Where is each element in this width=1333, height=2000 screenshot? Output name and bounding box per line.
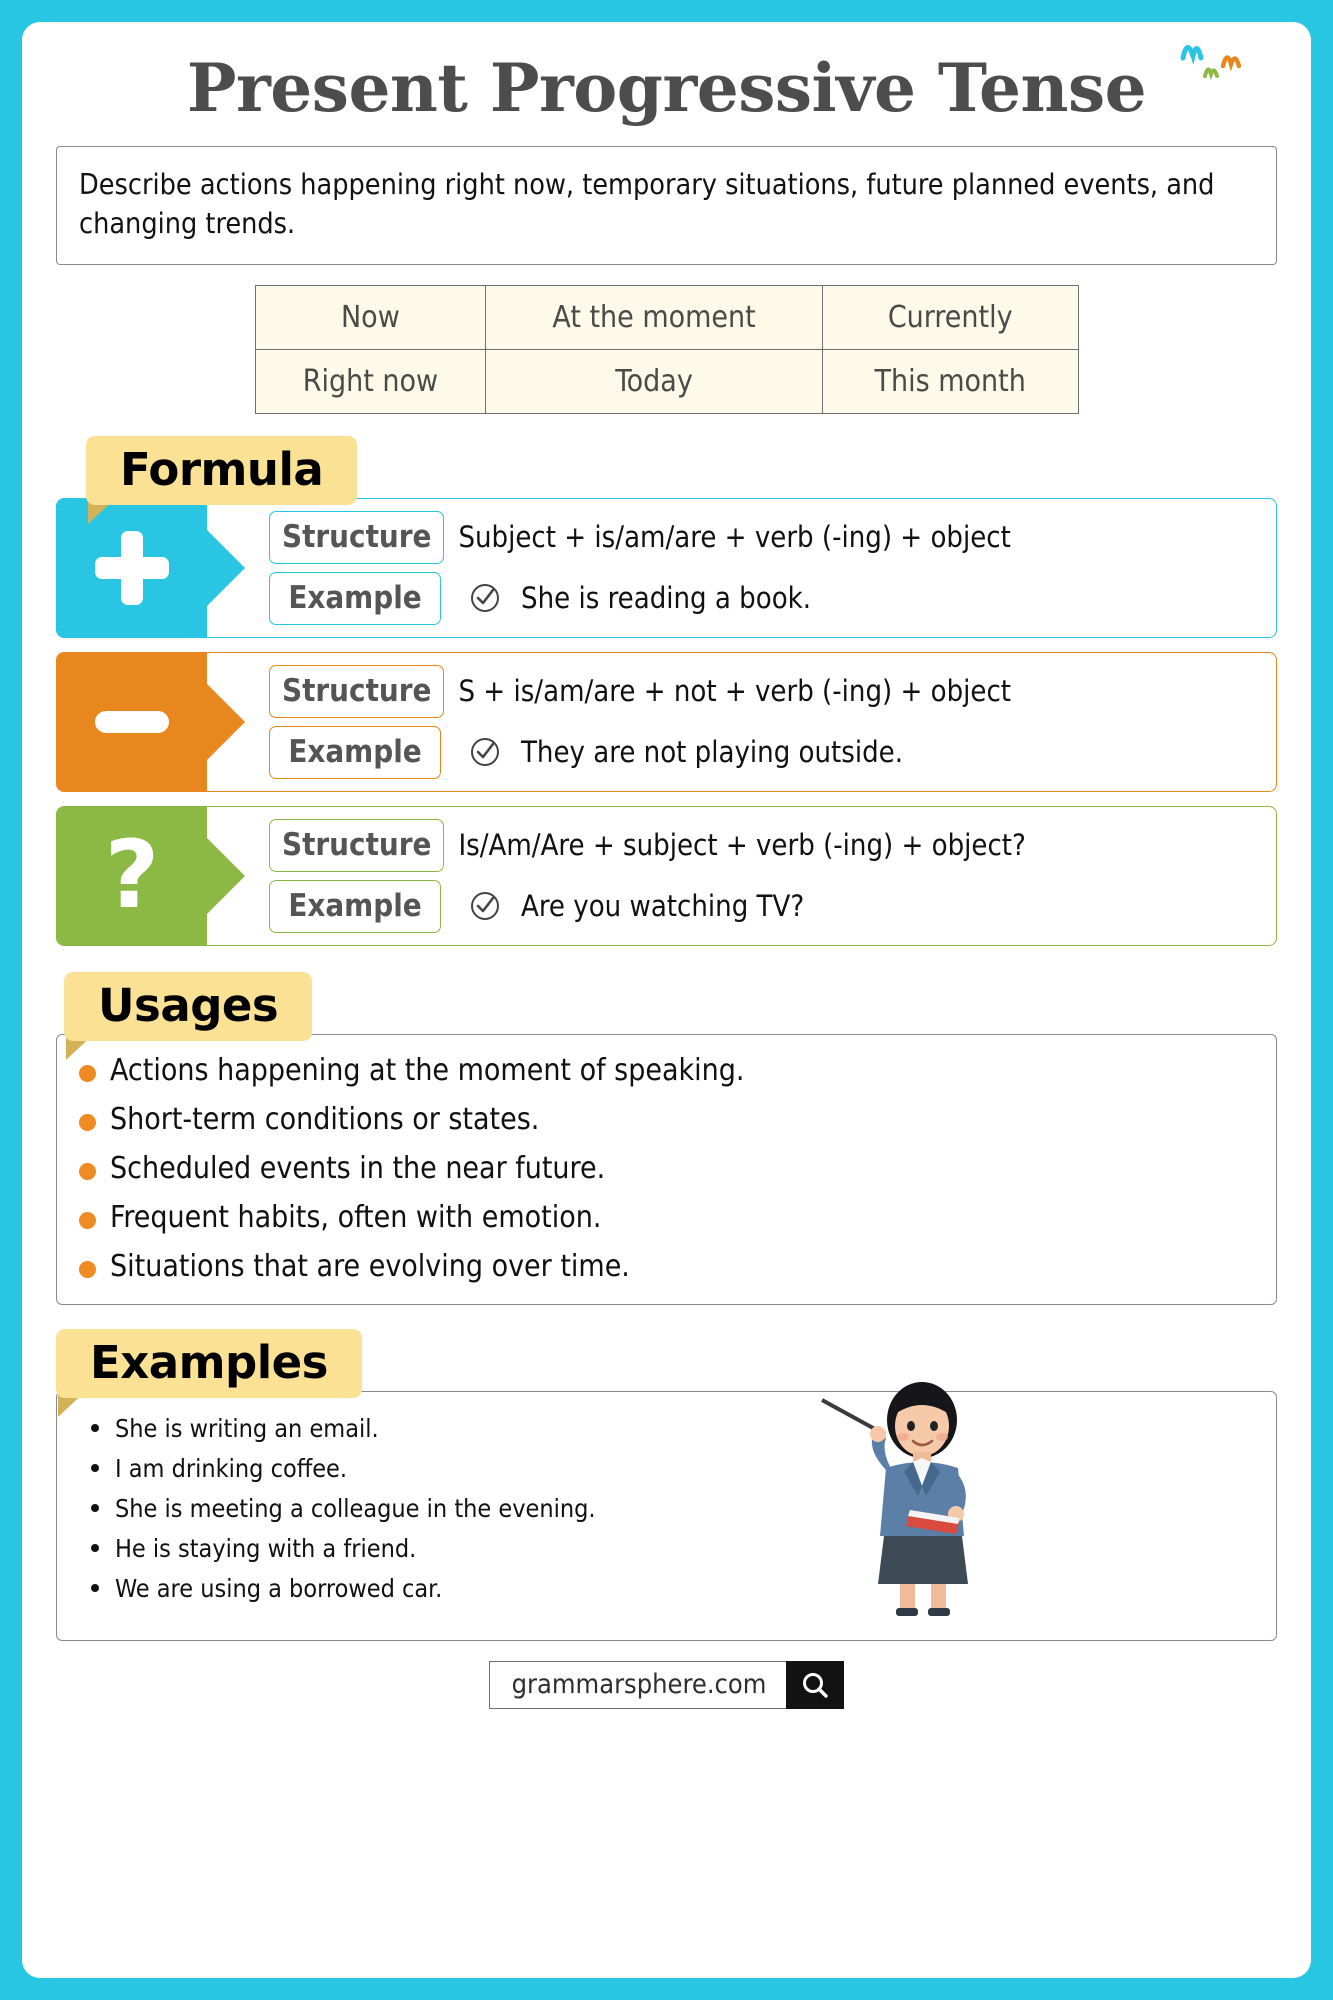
structure-text: Subject + is/am/are + verb (-ing) + obje…	[458, 520, 1011, 555]
time-cell: Currently	[821, 284, 1079, 350]
example-tag: Example	[269, 571, 441, 625]
time-cell: Right now	[254, 348, 487, 414]
bullet-dot-icon	[91, 1423, 99, 1432]
list-item: He is staying with a friend.	[91, 1534, 1250, 1563]
formula-body-question: Structure Is/Am/Are + subject + verb (-i…	[207, 807, 1276, 945]
formula-row-affirmative: Structure Subject + is/am/are + verb (-i…	[56, 497, 1277, 638]
examples-banner-label: Examples	[56, 1328, 362, 1398]
list-item: I am drinking coffee.	[91, 1454, 1250, 1483]
formula-body-negative: Structure S + is/am/are + not + verb (-i…	[207, 653, 1276, 791]
example-sentence: I am drinking coffee.	[115, 1453, 348, 1483]
table-row: Right now Today This month	[254, 348, 1079, 414]
structure-tag: Structure	[269, 664, 445, 718]
usages-banner-row: Usages	[56, 971, 1277, 1060]
footer-url-text: grammarsphere.com	[488, 1660, 787, 1709]
usage-text: Situations that are evolving over time.	[110, 1248, 630, 1284]
usage-text: Frequent habits, often with emotion.	[110, 1199, 602, 1235]
formula-row-question: ? Structure Is/Am/Are + subject + verb (…	[56, 805, 1277, 946]
bullet-dot-icon	[91, 1583, 99, 1592]
formula-row-negative: Structure S + is/am/are + not + verb (-i…	[56, 651, 1277, 792]
structure-line: Structure Is/Am/Are + subject + verb (-i…	[269, 818, 1266, 872]
example-line: Example They are not playing outside.	[269, 725, 1266, 779]
time-cell: Today	[485, 348, 823, 414]
example-tag: Example	[269, 725, 441, 779]
title-area: Present Progressive Tense	[56, 22, 1277, 140]
sign-block-question: ?	[57, 806, 245, 945]
bullet-dot-icon	[91, 1543, 99, 1552]
check-circle-icon	[471, 892, 499, 921]
list-item: Situations that are evolving over time.	[79, 1249, 1250, 1284]
time-expressions-table: Now At the moment Currently Right now To…	[254, 284, 1079, 414]
example-line: Example Are you watching TV?	[269, 879, 1266, 933]
structure-text: Is/Am/Are + subject + verb (-ing) + obje…	[458, 828, 1026, 863]
footer-badge[interactable]: grammarsphere.com	[488, 1660, 845, 1709]
birds-icon	[1180, 45, 1242, 81]
usage-text: Short-term conditions or states.	[110, 1101, 540, 1137]
time-cell: This month	[821, 348, 1079, 414]
bullet-dot-icon	[91, 1463, 99, 1472]
example-text: They are not playing outside.	[521, 735, 904, 770]
arrow-shape	[207, 837, 245, 914]
page-title: Present Progressive Tense	[186, 49, 1147, 127]
list-item: Frequent habits, often with emotion.	[79, 1200, 1250, 1235]
example-tag: Example	[269, 879, 441, 933]
table-row: Now At the moment Currently	[254, 284, 1079, 350]
sign-block-negative	[57, 652, 245, 791]
example-text: She is reading a book.	[521, 581, 812, 616]
list-item: Actions happening at the moment of speak…	[79, 1053, 1250, 1088]
bullet-dot-icon	[79, 1260, 96, 1278]
check-circle-icon	[471, 738, 499, 767]
time-cell: At the moment	[485, 284, 823, 350]
teacher-illustration	[821, 1381, 968, 1616]
example-text: Are you watching TV?	[521, 889, 805, 924]
question-icon: ?	[104, 821, 160, 930]
description-box: Describe actions happening right now, te…	[56, 146, 1277, 265]
poster: Present Progressive Tense Describe actio…	[22, 22, 1311, 1978]
list-item: Short-term conditions or states.	[79, 1102, 1250, 1137]
usages-box: Actions happening at the moment of speak…	[56, 1033, 1277, 1305]
usage-text: Actions happening at the moment of speak…	[110, 1052, 745, 1088]
description-text: Describe actions happening right now, te…	[79, 168, 1215, 241]
search-icon[interactable]	[786, 1660, 845, 1709]
plus-icon	[95, 530, 169, 605]
formula-banner-label: Formula	[86, 435, 358, 505]
time-cell: Now	[254, 284, 487, 350]
structure-tag: Structure	[269, 510, 445, 564]
bullet-dot-icon	[79, 1162, 96, 1180]
example-sentence: She is writing an email.	[115, 1413, 379, 1443]
examples-box: She is writing an email. I am drinking c…	[56, 1381, 1277, 1641]
examples-banner-row: Examples	[56, 1328, 1277, 1417]
list-item: We are using a borrowed car.	[91, 1574, 1250, 1603]
list-item: Scheduled events in the near future.	[79, 1151, 1250, 1186]
arrow-shape	[207, 683, 245, 760]
structure-text: S + is/am/are + not + verb (-ing) + obje…	[458, 674, 1012, 709]
structure-line: Structure S + is/am/are + not + verb (-i…	[269, 664, 1266, 718]
usage-text: Scheduled events in the near future.	[110, 1150, 606, 1186]
formula-banner-row: Formula	[56, 435, 1277, 524]
sign-block-affirmative	[57, 498, 245, 637]
formula-body-affirmative: Structure Subject + is/am/are + verb (-i…	[207, 499, 1276, 637]
example-sentence: She is meeting a colleague in the evenin…	[115, 1493, 596, 1523]
structure-line: Structure Subject + is/am/are + verb (-i…	[269, 510, 1266, 564]
arrow-shape	[207, 529, 245, 606]
example-sentence: We are using a borrowed car.	[115, 1573, 443, 1603]
list-item: She is meeting a colleague in the evenin…	[91, 1494, 1250, 1523]
usages-banner-label: Usages	[64, 971, 313, 1041]
bullet-dot-icon	[79, 1113, 96, 1131]
example-line: Example She is reading a book.	[269, 571, 1266, 625]
structure-tag: Structure	[269, 818, 445, 872]
bullet-dot-icon	[79, 1211, 96, 1229]
bullet-dot-icon	[79, 1064, 96, 1082]
minus-icon	[95, 710, 169, 733]
check-circle-icon	[471, 584, 499, 613]
footer: grammarsphere.com	[56, 1660, 1277, 1709]
bullet-dot-icon	[91, 1503, 99, 1512]
list-item: She is writing an email.	[91, 1414, 1250, 1443]
example-sentence: He is staying with a friend.	[115, 1533, 417, 1563]
